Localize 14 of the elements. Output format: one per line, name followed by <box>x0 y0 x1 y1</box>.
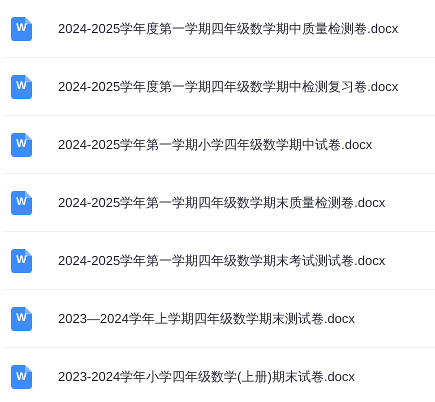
file-name[interactable]: 2024-2025学年第一学期四年级数学期末考试测试卷.docx <box>58 250 386 270</box>
word-document-icon: W <box>11 74 32 98</box>
file-name[interactable]: 2023—2024学年上学期四年级数学期末测试卷.docx <box>58 308 355 328</box>
word-document-icon: W <box>11 190 32 214</box>
file-name[interactable]: 2024-2025学年度第一学期四年级数学期中检测复习卷.docx <box>58 76 398 96</box>
file-name[interactable]: 2024-2025学年度第一学期四年级数学期中质量检测卷.docx <box>58 18 398 38</box>
word-document-icon: W <box>11 306 32 330</box>
file-name[interactable]: 2024-2025学年第一学期小学四年级数学期中试卷.docx <box>58 134 372 154</box>
file-name[interactable]: 2024-2025学年第一学期四年级数学期末质量检测卷.docx <box>58 192 386 212</box>
word-document-icon: W <box>11 16 32 40</box>
word-document-icon: W <box>11 248 32 272</box>
word-document-icon: W <box>11 132 32 156</box>
word-document-icon: W <box>11 365 32 389</box>
file-name[interactable]: 2023-2024学年小学四年级数学(上册)期末试卷.docx <box>58 367 355 387</box>
